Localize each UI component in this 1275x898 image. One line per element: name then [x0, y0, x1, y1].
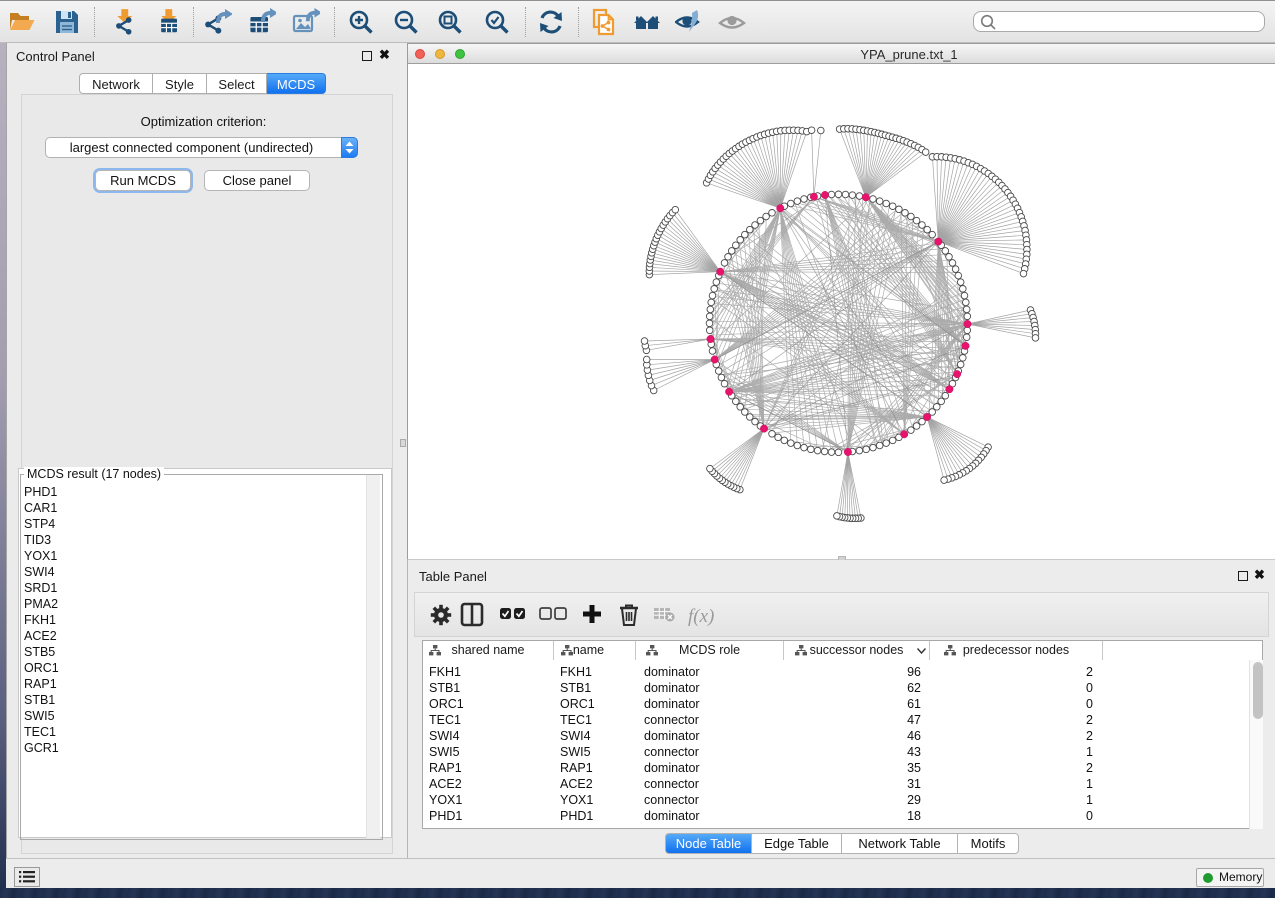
svg-text:f(x): f(x)	[688, 606, 714, 627]
